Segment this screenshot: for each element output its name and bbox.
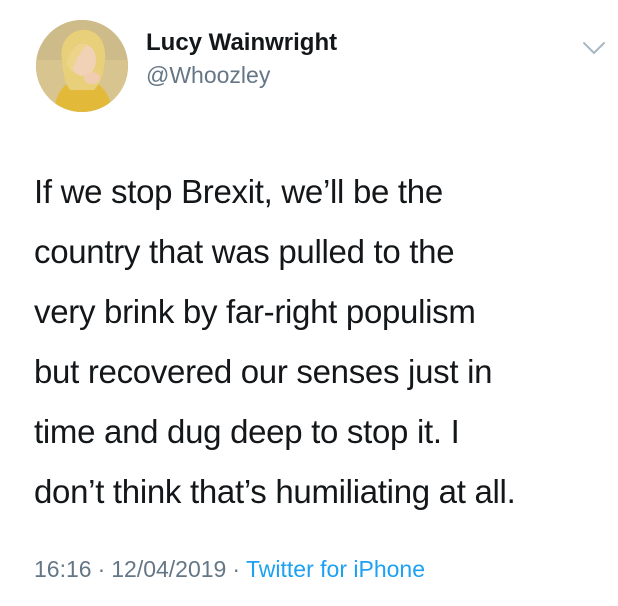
tweet-text-line: don’t think that’s humiliating at all. [34, 473, 516, 510]
footer-separator: · [232, 556, 241, 582]
user-meta: Lucy Wainwright @Whoozley [146, 28, 337, 90]
footer-separator: · [97, 556, 106, 582]
chevron-down-icon[interactable] [582, 40, 606, 56]
tweet-text: If we stop Brexit, we’ll be the country … [34, 162, 604, 522]
tweet-text-line: time and dug deep to stop it. I [34, 413, 460, 450]
tweet-date[interactable]: 12/04/2019 [111, 556, 226, 582]
tweet-time[interactable]: 16:16 [34, 556, 92, 582]
tweet-text-line: very brink by far-right populism [34, 293, 476, 330]
avatar[interactable] [36, 20, 128, 112]
tweet-card: Lucy Wainwright @Whoozley If we stop Bre… [0, 0, 618, 606]
tweet-footer: 16:16 · 12/04/2019 · Twitter for iPhone [34, 554, 425, 584]
display-name[interactable]: Lucy Wainwright [146, 28, 337, 58]
tweet-text-line: but recovered our senses just in [34, 353, 493, 390]
tweet-source-link[interactable]: Twitter for iPhone [246, 556, 425, 582]
tweet-text-line: If we stop Brexit, we’ll be the [34, 173, 443, 210]
user-handle[interactable]: @Whoozley [146, 60, 337, 90]
tweet-text-line: country that was pulled to the [34, 233, 455, 270]
avatar-image [36, 20, 128, 112]
